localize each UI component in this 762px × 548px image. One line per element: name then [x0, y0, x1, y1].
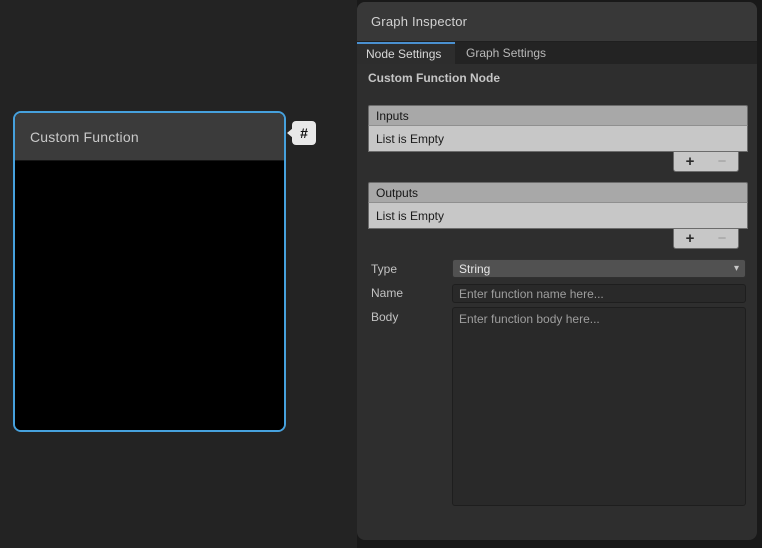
- inputs-empty-label: List is Empty: [376, 132, 444, 146]
- name-label: Name: [371, 286, 403, 300]
- outputs-list-footer: + −: [673, 229, 739, 249]
- outputs-remove-button[interactable]: −: [714, 231, 731, 247]
- node-title: Custom Function: [30, 129, 139, 145]
- inspector-tab-bar: Node Settings Graph Settings: [357, 42, 757, 64]
- inputs-list-footer: + −: [673, 152, 739, 172]
- type-label: Type: [371, 262, 397, 276]
- inputs-list-header: Inputs: [368, 105, 748, 126]
- chevron-down-icon: ▾: [734, 263, 739, 274]
- function-name-input[interactable]: [452, 284, 746, 303]
- outputs-list: Outputs List is Empty + −: [368, 182, 748, 249]
- type-dropdown[interactable]: String ▾: [452, 259, 746, 278]
- custom-function-node[interactable]: Custom Function: [13, 111, 286, 432]
- inspector-title: Graph Inspector: [371, 14, 467, 29]
- graph-inspector-panel: Graph Inspector Node Settings Graph Sett…: [357, 2, 757, 540]
- outputs-empty-row: List is Empty: [368, 203, 748, 229]
- inputs-empty-row: List is Empty: [368, 126, 748, 152]
- inputs-list-title: Inputs: [376, 109, 409, 123]
- type-dropdown-value: String: [459, 262, 490, 276]
- outputs-add-button[interactable]: +: [682, 231, 699, 247]
- node-header[interactable]: Custom Function: [15, 113, 284, 161]
- section-title: Custom Function Node: [368, 71, 500, 85]
- tab-node-settings[interactable]: Node Settings: [357, 42, 455, 64]
- outputs-empty-label: List is Empty: [376, 209, 444, 223]
- inputs-remove-button[interactable]: −: [714, 154, 731, 170]
- tab-graph-settings[interactable]: Graph Settings: [455, 42, 558, 64]
- tab-node-settings-label: Node Settings: [366, 47, 441, 61]
- tab-graph-settings-label: Graph Settings: [466, 46, 546, 60]
- inputs-list: Inputs List is Empty + −: [368, 105, 748, 172]
- graph-canvas[interactable]: Custom Function #: [0, 0, 357, 548]
- hash-icon: #: [300, 125, 308, 141]
- inputs-add-button[interactable]: +: [682, 154, 699, 170]
- node-hash-badge[interactable]: #: [292, 121, 316, 145]
- function-body-textarea[interactable]: [452, 307, 746, 506]
- inspector-header[interactable]: Graph Inspector: [357, 2, 757, 42]
- outputs-list-header: Outputs: [368, 182, 748, 203]
- outputs-list-title: Outputs: [376, 186, 418, 200]
- node-preview-body: [15, 162, 284, 430]
- body-label: Body: [371, 310, 398, 324]
